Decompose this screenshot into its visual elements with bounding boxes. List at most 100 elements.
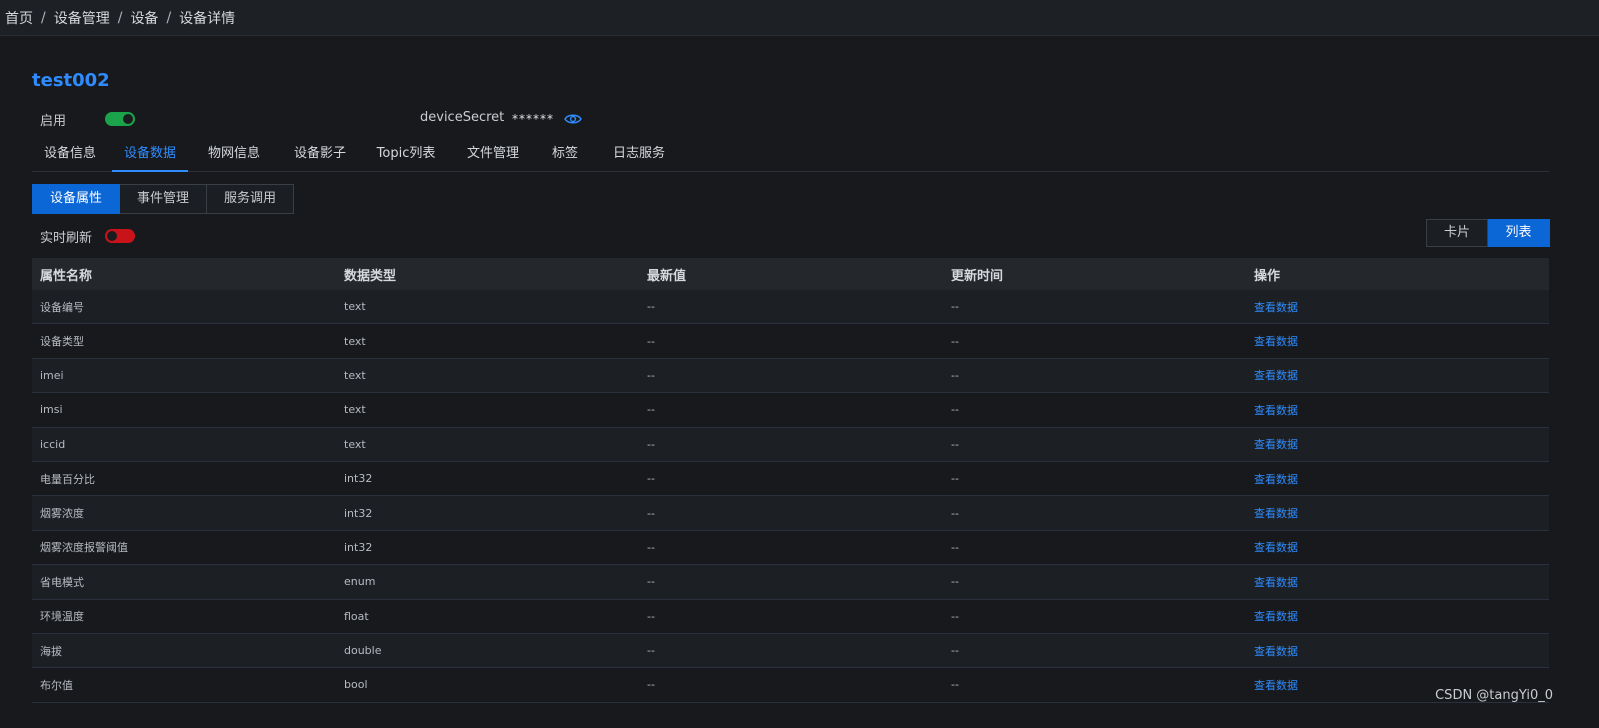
cell-property-name: 电量百分比 bbox=[40, 472, 95, 486]
watermark: CSDN @tangYi0_0 bbox=[1435, 688, 1553, 703]
subtab-event-management[interactable]: 事件管理 bbox=[120, 184, 208, 214]
device-secret-label: deviceSecret bbox=[420, 110, 505, 125]
breadcrumb-separator: / bbox=[166, 9, 172, 26]
cell-data-type: text bbox=[344, 300, 366, 314]
view-data-link[interactable]: 查看数据 bbox=[1254, 507, 1298, 520]
tab-device-shadow[interactable]: 设备影子 bbox=[284, 140, 356, 172]
view-data-link[interactable]: 查看数据 bbox=[1254, 679, 1298, 692]
main-tabs: 设备信息 设备数据 物网信息 设备影子 Topic列表 文件管理 标签 日志服务 bbox=[32, 140, 1549, 172]
eye-icon[interactable] bbox=[564, 112, 582, 126]
cell-update-time: -- bbox=[951, 540, 959, 554]
cell-property-name: 海拔 bbox=[40, 644, 62, 658]
cell-data-type: int32 bbox=[344, 540, 373, 554]
view-data-link[interactable]: 查看数据 bbox=[1254, 301, 1298, 314]
cell-property-name: 布尔值 bbox=[40, 678, 73, 692]
table-row: 设备编号 text -- -- 查看数据 bbox=[32, 290, 1549, 325]
cell-data-type: int32 bbox=[344, 506, 373, 520]
cell-latest-value: -- bbox=[647, 575, 655, 589]
view-data-link[interactable]: 查看数据 bbox=[1254, 610, 1298, 623]
table-row: 环境温度 float -- -- 查看数据 bbox=[32, 599, 1549, 634]
breadcrumb-separator: / bbox=[41, 9, 46, 26]
table-row: 布尔值 bool -- -- 查看数据 bbox=[32, 668, 1549, 703]
cell-property-name: 设备类型 bbox=[40, 335, 84, 349]
cell-data-type: text bbox=[344, 403, 366, 417]
table-row: 烟雾浓度报警阈值 int32 -- -- 查看数据 bbox=[32, 530, 1549, 566]
header-update-time: 更新时间 bbox=[951, 268, 1004, 284]
tab-device-data[interactable]: 设备数据 bbox=[112, 140, 188, 172]
cell-latest-value: -- bbox=[647, 334, 655, 348]
cell-update-time: -- bbox=[951, 575, 959, 589]
header-property-name: 属性名称 bbox=[40, 268, 93, 284]
cell-latest-value: -- bbox=[647, 644, 655, 658]
card-view-button[interactable]: 卡片 bbox=[1426, 219, 1488, 247]
view-data-link[interactable]: 查看数据 bbox=[1254, 645, 1298, 658]
view-toggle: 卡片 列表 bbox=[1426, 219, 1550, 247]
cell-update-time: -- bbox=[951, 506, 959, 520]
cell-property-name: 环境温度 bbox=[40, 610, 84, 624]
tab-tags[interactable]: 标签 bbox=[544, 140, 586, 172]
table-row: 烟雾浓度 int32 -- -- 查看数据 bbox=[32, 496, 1549, 531]
cell-data-type: enum bbox=[344, 575, 376, 589]
list-view-button[interactable]: 列表 bbox=[1488, 219, 1550, 247]
table-row: 设备类型 text -- -- 查看数据 bbox=[32, 324, 1549, 359]
cell-property-name: imei bbox=[40, 368, 64, 382]
cell-data-type: text bbox=[344, 334, 366, 348]
view-data-link[interactable]: 查看数据 bbox=[1254, 541, 1298, 554]
view-data-link[interactable]: 查看数据 bbox=[1254, 335, 1298, 348]
table-row: iccid text -- -- 查看数据 bbox=[32, 427, 1549, 462]
enable-switch[interactable] bbox=[105, 112, 135, 126]
cell-data-type: text bbox=[344, 368, 366, 382]
header-data-type: 数据类型 bbox=[344, 268, 397, 284]
cell-data-type: float bbox=[344, 609, 369, 623]
realtime-refresh-switch[interactable] bbox=[105, 229, 135, 243]
switch-knob bbox=[123, 114, 133, 124]
cell-data-type: bool bbox=[344, 678, 368, 692]
view-data-link[interactable]: 查看数据 bbox=[1254, 369, 1298, 382]
cell-latest-value: -- bbox=[647, 300, 655, 314]
cell-update-time: -- bbox=[951, 403, 959, 417]
cell-latest-value: -- bbox=[647, 368, 655, 382]
enable-label: 启用 bbox=[40, 114, 67, 129]
cell-update-time: -- bbox=[951, 609, 959, 623]
breadcrumb-home[interactable]: 首页 bbox=[5, 8, 33, 28]
cell-update-time: -- bbox=[951, 678, 959, 692]
header-latest-value: 最新值 bbox=[647, 268, 687, 284]
cell-latest-value: -- bbox=[647, 609, 655, 623]
tab-log-service[interactable]: 日志服务 bbox=[604, 140, 674, 172]
table-body: 设备编号 text -- -- 查看数据 设备类型 text -- -- 查看数… bbox=[32, 290, 1549, 703]
cell-property-name: 设备编号 bbox=[40, 300, 84, 314]
breadcrumb: 首页 / 设备管理 / 设备 / 设备详情 bbox=[0, 0, 1599, 36]
switch-knob bbox=[107, 231, 117, 241]
table-row: 海拔 double -- -- 查看数据 bbox=[32, 633, 1549, 669]
cell-update-time: -- bbox=[951, 437, 959, 451]
tab-topic-list[interactable]: Topic列表 bbox=[372, 140, 440, 172]
tab-iot-info[interactable]: 物网信息 bbox=[198, 140, 270, 172]
cell-update-time: -- bbox=[951, 644, 959, 658]
view-data-link[interactable]: 查看数据 bbox=[1254, 438, 1298, 451]
cell-property-name: iccid bbox=[40, 437, 66, 451]
cell-latest-value: -- bbox=[647, 540, 655, 554]
breadcrumb-device-detail: 设备详情 bbox=[179, 10, 236, 27]
table-header: 属性名称 数据类型 最新值 更新时间 操作 bbox=[32, 258, 1549, 290]
subtab-device-properties[interactable]: 设备属性 bbox=[32, 184, 121, 214]
properties-table: 属性名称 数据类型 最新值 更新时间 操作 设备编号 text -- -- 查看… bbox=[32, 258, 1549, 703]
tab-device-info[interactable]: 设备信息 bbox=[32, 140, 108, 172]
cell-latest-value: -- bbox=[647, 437, 655, 451]
breadcrumb-device[interactable]: 设备 bbox=[130, 8, 158, 28]
realtime-refresh-label: 实时刷新 bbox=[40, 231, 93, 246]
subtab-service-call[interactable]: 服务调用 bbox=[207, 184, 295, 214]
cell-property-name: 省电模式 bbox=[40, 575, 84, 589]
sub-tabs: 设备属性 事件管理 服务调用 bbox=[32, 184, 295, 214]
cell-property-name: imsi bbox=[40, 403, 63, 417]
cell-update-time: -- bbox=[951, 300, 959, 314]
header-actions: 操作 bbox=[1254, 268, 1281, 284]
view-data-link[interactable]: 查看数据 bbox=[1254, 473, 1298, 486]
breadcrumb-device-management[interactable]: 设备管理 bbox=[54, 8, 110, 28]
tab-file-management[interactable]: 文件管理 bbox=[458, 140, 528, 172]
view-data-link[interactable]: 查看数据 bbox=[1254, 404, 1298, 417]
cell-property-name: 烟雾浓度 bbox=[40, 507, 84, 521]
cell-latest-value: -- bbox=[647, 506, 655, 520]
view-data-link[interactable]: 查看数据 bbox=[1254, 576, 1298, 589]
cell-update-time: -- bbox=[951, 334, 959, 348]
breadcrumb-separator: / bbox=[117, 9, 123, 26]
